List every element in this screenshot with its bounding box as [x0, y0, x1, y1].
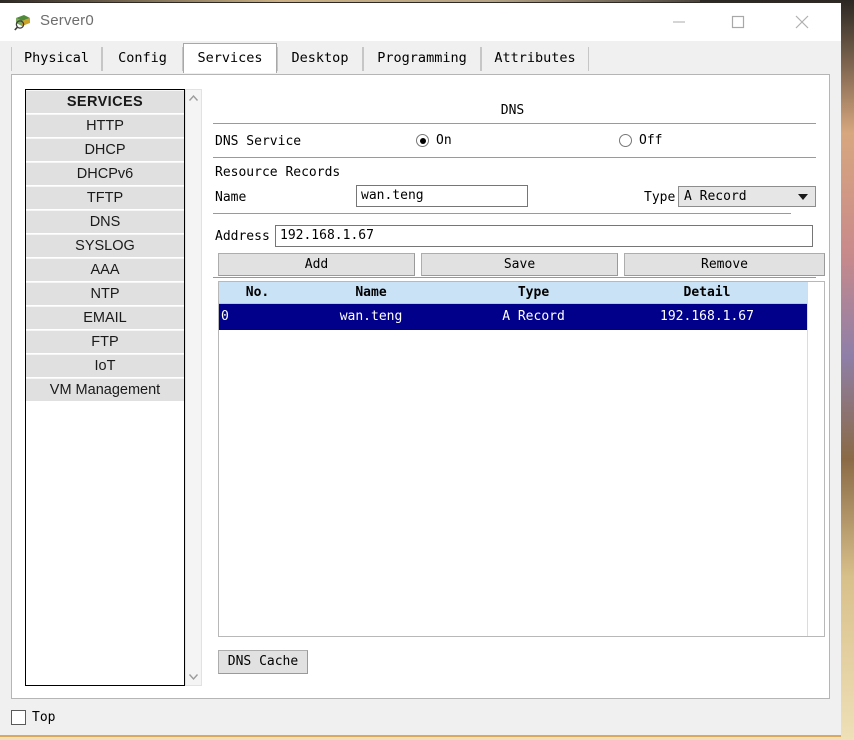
type-label: Type	[644, 190, 676, 205]
sidebar-item-email[interactable]: EMAIL	[26, 306, 184, 330]
top-checkbox-box[interactable]	[11, 710, 26, 725]
sidebar-item-dns[interactable]: DNS	[26, 210, 184, 234]
divider-top	[213, 123, 816, 124]
column-header-no: No.	[245, 285, 270, 300]
window-footer: Top	[0, 702, 841, 737]
tab-attributes[interactable]: Attributes	[481, 47, 589, 71]
tab-bar: Physical Config Services Desktop Program…	[0, 41, 841, 77]
top-checkbox-label: Top	[32, 710, 56, 725]
cell-no: 0	[221, 309, 229, 324]
services-panel: SERVICES HTTP DHCP DHCPv6 TFTP DNS SYSLO…	[11, 74, 830, 699]
services-sidebar[interactable]: SERVICES HTTP DHCP DHCPv6 TFTP DNS SYSLO…	[25, 89, 185, 686]
divider-table	[213, 277, 816, 278]
type-select-value: A Record	[684, 189, 747, 204]
table-row[interactable]: 0 wan.teng A Record 192.168.1.67	[219, 304, 824, 330]
sidebar-item-dhcp[interactable]: DHCP	[26, 138, 184, 162]
table-header-row: No. Name Type Detail	[219, 282, 824, 304]
page-title: DNS	[500, 103, 525, 118]
dns-service-off-radio[interactable]: Off	[619, 133, 662, 148]
name-input[interactable]: wan.teng	[356, 185, 528, 207]
sidebar-item-tftp[interactable]: TFTP	[26, 186, 184, 210]
sidebar-item-ntp[interactable]: NTP	[26, 282, 184, 306]
dns-service-on-radio[interactable]: On	[416, 133, 452, 148]
sidebar-item-iot[interactable]: IoT	[26, 354, 184, 378]
name-label: Name	[215, 190, 247, 205]
radio-on-indicator	[416, 134, 429, 147]
server0-window: Server0 Physical Config Services Desktop…	[0, 3, 841, 737]
column-header-name: Name	[355, 285, 387, 300]
scroll-up-chevron-icon[interactable]	[186, 90, 201, 107]
remove-button[interactable]: Remove	[624, 253, 825, 276]
tab-desktop[interactable]: Desktop	[277, 47, 363, 71]
bottom-accent-line	[0, 735, 841, 737]
cell-detail: 192.168.1.67	[660, 309, 754, 324]
radio-off-label: Off	[639, 133, 663, 148]
sidebar-scrollbar[interactable]	[185, 89, 202, 686]
address-label: Address	[215, 229, 270, 244]
top-accent-line	[0, 0, 700, 2]
tab-physical[interactable]: Physical	[11, 47, 102, 71]
column-header-type: Type	[517, 285, 550, 300]
cell-name: wan.teng	[339, 309, 403, 324]
sidebar-item-aaa[interactable]: AAA	[26, 258, 184, 282]
cell-type: A Record	[502, 309, 565, 324]
top-checkbox[interactable]: Top	[11, 710, 55, 725]
maximize-button[interactable]	[715, 3, 761, 41]
window-title: Server0	[40, 12, 94, 29]
column-header-detail: Detail	[683, 285, 731, 300]
desktop-background: Server0 Physical Config Services Desktop…	[0, 0, 854, 740]
tab-services[interactable]: Services	[183, 43, 277, 73]
dns-service-label: DNS Service	[215, 134, 302, 149]
sidebar-header: SERVICES	[26, 90, 184, 114]
sidebar-item-dhcpv6[interactable]: DHCPv6	[26, 162, 184, 186]
dns-cache-button[interactable]: DNS Cache	[218, 650, 308, 674]
close-button[interactable]	[779, 3, 825, 41]
chevron-down-icon	[798, 194, 808, 200]
server-magnifier-icon	[13, 12, 33, 32]
sidebar-item-ftp[interactable]: FTP	[26, 330, 184, 354]
address-input[interactable]: 192.168.1.67	[275, 225, 813, 247]
scroll-down-chevron-icon[interactable]	[186, 668, 201, 685]
type-select[interactable]: A Record	[678, 186, 816, 207]
window-titlebar: Server0	[0, 3, 841, 42]
save-button[interactable]: Save	[421, 253, 618, 276]
minimize-button[interactable]	[656, 3, 702, 41]
dns-config-pane: DNS DNS Service On Off Resource Records …	[209, 89, 825, 686]
radio-off-indicator	[619, 134, 632, 147]
divider-service	[213, 157, 816, 158]
table-scrollbar[interactable]	[807, 282, 824, 636]
divider-records	[213, 213, 791, 214]
add-button[interactable]: Add	[218, 253, 415, 276]
resource-records-label: Resource Records	[215, 165, 341, 180]
sidebar-item-http[interactable]: HTTP	[26, 114, 184, 138]
radio-on-label: On	[436, 133, 452, 148]
sidebar-item-syslog[interactable]: SYSLOG	[26, 234, 184, 258]
dns-records-table[interactable]: No. Name Type Detail 0 wan.teng A Record…	[218, 281, 825, 637]
tab-config[interactable]: Config	[102, 47, 183, 71]
tab-programming[interactable]: Programming	[363, 47, 481, 71]
sidebar-item-vm-management[interactable]: VM Management	[26, 378, 184, 402]
